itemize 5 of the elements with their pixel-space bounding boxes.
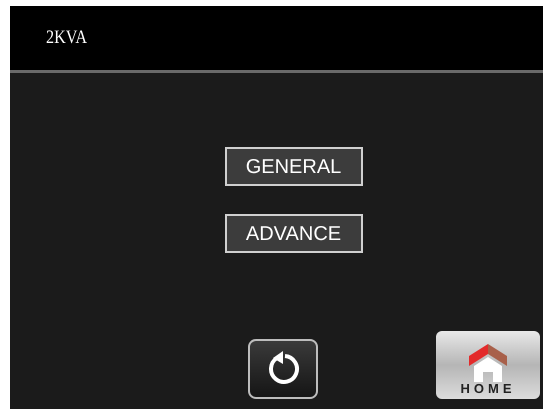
- back-button[interactable]: [248, 339, 318, 399]
- screen-title: 2KVA: [46, 26, 87, 50]
- menu-button[interactable]: ADVANCE: [224, 214, 362, 253]
- home-button[interactable]: HOME: [436, 331, 540, 399]
- menu-button[interactable]: GENERAL: [224, 147, 362, 186]
